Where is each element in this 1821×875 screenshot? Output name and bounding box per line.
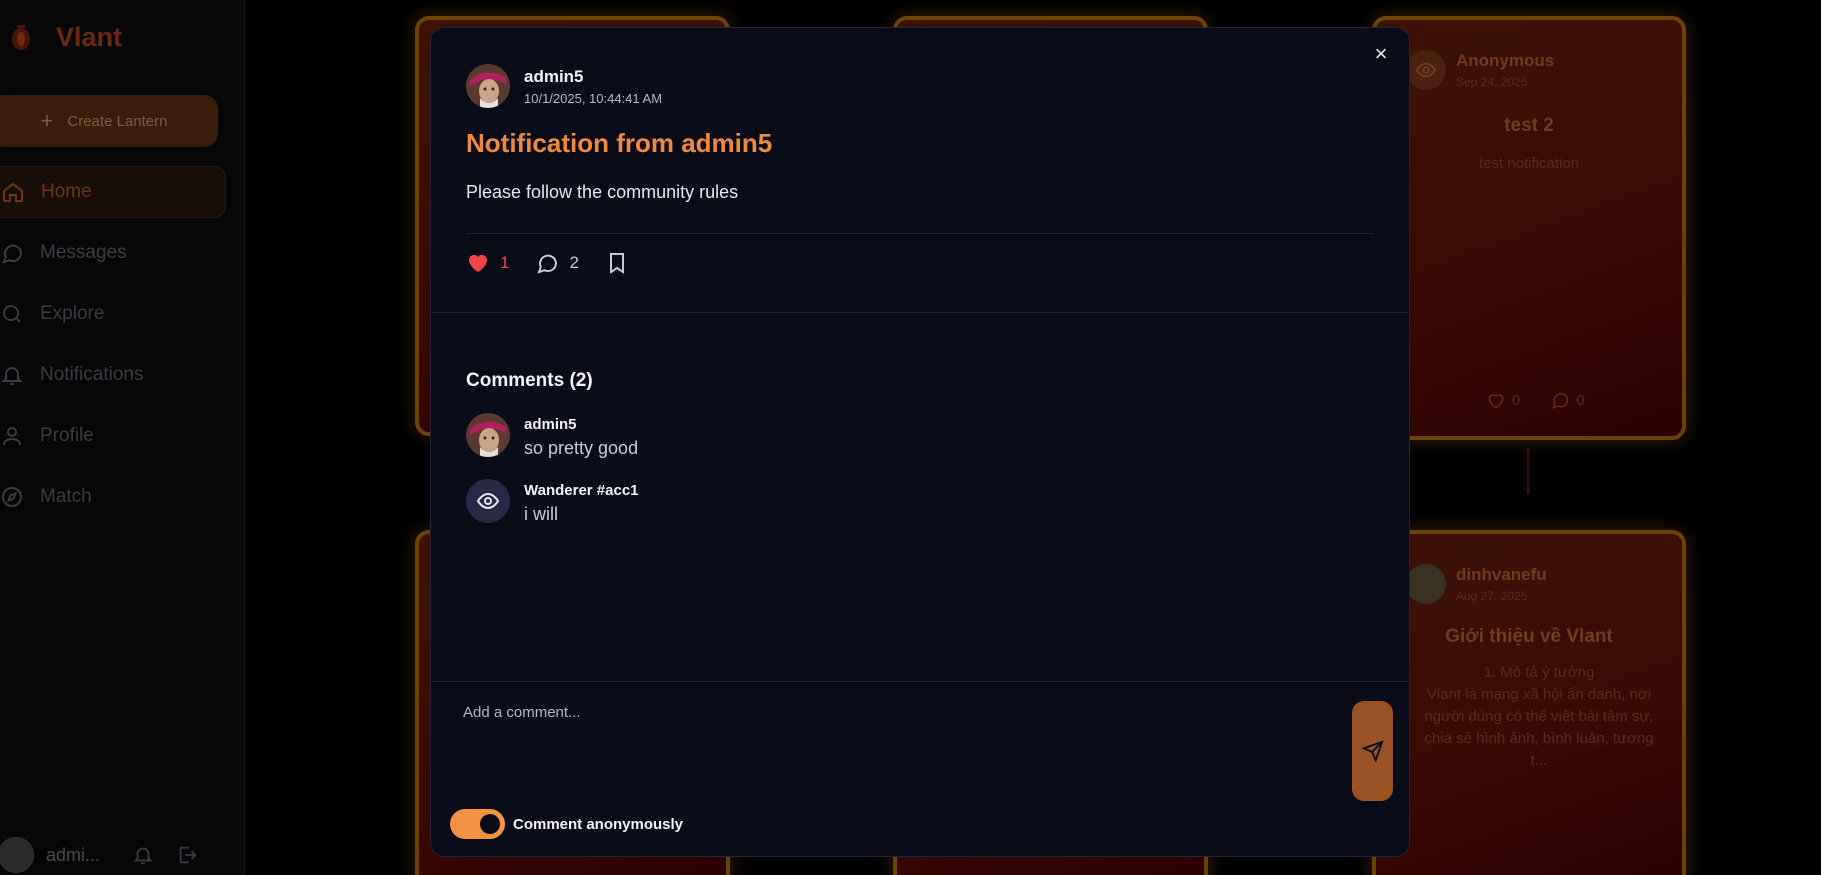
eye-icon [476,492,500,510]
heart-filled-icon [469,255,487,272]
post-body-line: 1. Mô tả ý tưởng [1483,664,1595,681]
post-header: admin5 10/1/2025, 10:44:41 AM [466,64,662,108]
post-body-line: chia sẻ hình ảnh, bình luận, tương t... [1424,730,1654,769]
comment-text: i will [524,504,558,524]
comment-icon [1552,393,1569,409]
bookmark-button[interactable] [605,251,629,275]
brand[interactable]: Vlant [8,22,122,53]
bookmark-icon [609,253,624,274]
bell-icon[interactable] [132,844,154,866]
post-body-line: Vlant là mạng xã hội ẩn danh, nơi [1426,686,1652,703]
comment-author: Wanderer #acc1 [524,482,639,499]
create-lantern-label: Create Lantern [67,112,168,130]
user-photo-avatar [466,413,510,457]
comment-button[interactable]: 2 [535,251,579,275]
post-body: Please follow the community rules [466,182,739,202]
comment-icon [537,254,558,274]
message-icon [2,244,23,264]
current-username[interactable]: admi... [46,845,110,866]
comment-author[interactable]: admin5 [524,416,638,433]
like-count: 0 [1512,391,1521,409]
bell-icon [1,367,23,385]
sidebar-item-notifications[interactable]: Notifications [0,349,226,401]
divider [466,233,1374,234]
comment-button[interactable]: 0 [1550,390,1585,410]
heart-icon [1488,394,1504,409]
comment-text: so pretty good [524,438,639,458]
post-detail-modal: × admin5 10/1/2025, 10:44:41 AM Notifica… [430,27,1410,857]
home-icon [3,182,23,202]
send-button[interactable] [1352,701,1393,801]
comment-item: Wanderer #acc1 i will [466,479,639,525]
anonymous-toggle-row: Comment anonymously [450,809,683,839]
post-body-line: người dùng có thể viết bài tâm sự, [1424,708,1654,725]
avatar[interactable] [0,837,34,873]
comment-item: admin5 so pretty good [466,413,638,459]
sidebar-item-label: Home [41,181,92,202]
sidebar-item-home[interactable]: Home [0,166,226,218]
sidebar-footer: admi... [0,835,245,875]
post-author: Anonymous [1456,51,1555,70]
sidebar-item-label: Messages [40,242,127,263]
logout-icon[interactable] [176,844,198,866]
post-body: 1. Mô tả ý tưởng Vlant là mạng xã hội ẩn… [1416,662,1662,772]
post-author[interactable]: admin5 [524,67,662,87]
sidebar-item-label: Explore [40,303,105,324]
brand-name: Vlant [56,22,123,52]
comments-heading: Comments (2) [466,370,593,391]
post-card[interactable]: Anonymous Sep 24, 2025 test 2 test notif… [1372,16,1686,440]
sidebar-item-profile[interactable]: Profile [0,410,226,462]
send-icon [1361,740,1384,762]
post-card-header: dinhvanefu Aug 27, 2025 [1406,564,1547,604]
sidebar: Vlant + Create Lantern Home Messages Exp… [0,0,245,875]
like-button[interactable]: 0 [1486,390,1520,410]
post-title: Notification from admin5 [466,128,773,158]
eye-icon [1415,62,1437,78]
sidebar-item-explore[interactable]: Explore [0,288,226,340]
anonymous-avatar [466,479,510,523]
comment-input[interactable] [461,698,1341,808]
avatar [1406,564,1446,604]
post-actions: 0 0 [1486,390,1585,410]
like-count: 1 [500,253,510,272]
post-card[interactable]: dinhvanefu Aug 27, 2025 Giới thiệu về Vl… [1372,530,1686,875]
plus-icon: + [40,108,54,133]
avatar[interactable] [466,64,510,108]
sidebar-item-label: Match [40,486,92,507]
like-button[interactable]: 1 [466,251,509,275]
compass-icon [2,487,22,507]
avatar[interactable] [466,413,510,457]
post-body: test notification [1478,155,1580,172]
post-card-header: Anonymous Sep 24, 2025 [1406,50,1554,90]
post-title: Giới thiệu về Vlant [1445,626,1613,647]
divider [431,681,1409,682]
divider [1527,448,1529,494]
sidebar-item-messages[interactable]: Messages [0,227,226,279]
close-button[interactable]: × [1371,43,1391,65]
toggle-knob [480,814,500,834]
user-icon [3,427,21,446]
comment-count: 2 [569,253,579,272]
sidebar-item-label: Notifications [40,364,144,385]
user-photo-avatar [466,64,510,108]
post-date: Aug 27, 2025 [1456,589,1528,603]
anonymous-toggle[interactable] [450,809,505,839]
post-actions: 1 2 [466,251,629,275]
sidebar-item-match[interactable]: Match [0,471,226,523]
post-author: dinhvanefu [1456,565,1547,584]
divider [431,312,1409,313]
post-date: Sep 24, 2025 [1456,75,1528,89]
create-lantern-button[interactable]: + Create Lantern [0,95,218,147]
avatar [1406,50,1446,90]
post-title: test 2 [1504,115,1554,136]
post-timestamp: 10/1/2025, 10:44:41 AM [524,90,663,106]
search-icon [3,305,21,323]
comment-count: 0 [1576,391,1585,409]
anonymous-label[interactable]: Comment anonymously [513,816,683,833]
sidebar-item-label: Profile [40,425,94,446]
lantern-logo-icon [12,24,30,50]
